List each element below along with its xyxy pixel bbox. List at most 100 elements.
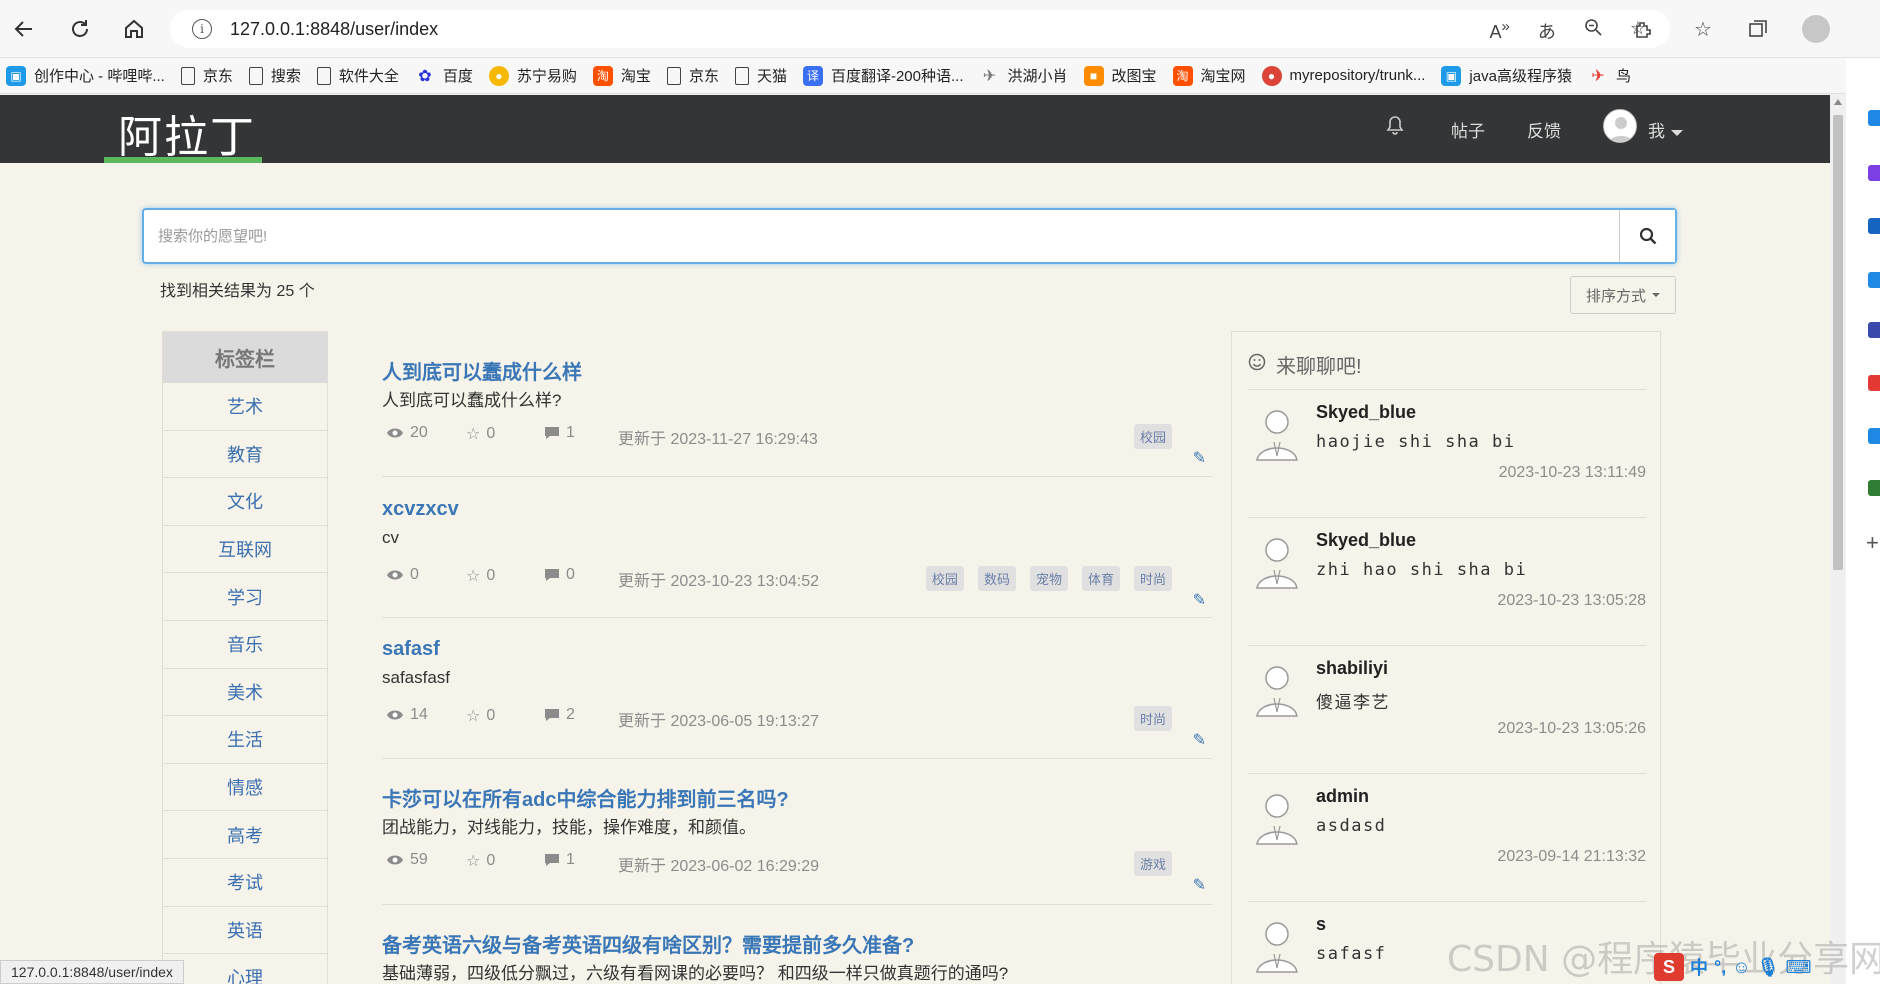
bookmark-item[interactable]: 京东 [180,65,233,86]
ime-language[interactable]: 中 [1690,954,1708,980]
tag-item[interactable]: 音乐 [163,619,327,668]
bookmark-item[interactable]: ✈ 洪湖小肖 [980,65,1068,86]
tag-item[interactable]: 艺术 [163,382,327,430]
post-title[interactable]: 卡莎可以在所有adc中综合能力排到前三名吗? [382,783,789,812]
office-icon[interactable] [1868,375,1880,391]
bookmark-label: 创作中心 - 哔哩哔... [34,68,165,85]
tag-item[interactable]: 文化 [163,477,327,525]
bookmark-item[interactable]: 搜索 [248,65,301,86]
chat-username[interactable]: admin [1316,786,1369,807]
post-tag[interactable]: 游戏 [1133,851,1172,876]
emoji-icon[interactable]: ☺ [1732,957,1750,978]
nav-posts[interactable]: 帖子 [1451,117,1485,142]
bookmark-item[interactable]: 译百度翻译-200种语... [802,65,964,86]
search-icon [1639,227,1656,245]
site-logo[interactable]: 阿拉丁 [118,101,256,165]
reload-icon[interactable] [64,13,96,45]
pencil-icon[interactable]: ✎ [1193,590,1206,610]
chrome-icon: ● [1261,65,1282,86]
tag-item[interactable]: 教育 [163,429,327,478]
extensions-icon[interactable] [1625,12,1661,46]
punctuation-icon[interactable]: °, [1714,957,1726,978]
tag-item[interactable]: 高考 [163,810,327,858]
drop-icon[interactable] [1868,480,1880,496]
post-title[interactable]: 人到底可以蠢成什么样 [382,356,582,385]
post-tag[interactable]: 校园 [925,566,964,591]
pencil-icon[interactable]: ✎ [1193,448,1206,468]
search-sidebar-icon[interactable] [1868,110,1880,126]
tag-item[interactable]: 生活 [163,715,327,763]
sort-dropdown-button[interactable]: 排序方式 [1570,276,1676,314]
post-tag[interactable]: 体育 [1081,566,1120,591]
nav-me-dropdown[interactable]: 我 [1648,117,1683,142]
collections-icon[interactable] [1740,12,1776,46]
pencil-icon[interactable]: ✎ [1193,875,1206,895]
comment-count-value: 1 [566,424,575,441]
games-icon[interactable] [1868,322,1880,338]
scroll-up-icon[interactable] [1834,99,1842,105]
bookmark-item[interactable]: ■ 改图宝 [1083,65,1157,86]
scrollbar-thumb[interactable] [1833,115,1843,570]
post-title[interactable]: 备考英语六级与备考英语四级有啥区别？需要提前多久准备? [382,929,914,958]
tag-item[interactable]: 情感 [163,762,327,811]
zoom-out-icon[interactable] [1584,18,1602,44]
translate-icon[interactable]: あ [1538,18,1556,44]
bookmark-item[interactable]: 淘淘宝 [592,65,651,86]
bookmark-item[interactable]: ▣ 创作中心 - 哔哩哔... [6,65,165,86]
bookmark-item[interactable]: 天猫 [734,65,787,86]
search-input[interactable] [144,210,1621,262]
bookmark-item[interactable]: 京东 [666,65,719,86]
microphone-icon[interactable]: 🎙 [1757,957,1780,978]
sort-label: 排序方式 [1585,287,1646,305]
bookmark-item[interactable]: ● 苏宁易购 [488,65,577,86]
bookmark-item[interactable]: ● myrepository/trunk... [1261,65,1425,86]
address-bar[interactable]: i 127.0.0.1:8848/user/index A» あ ☆ [170,10,1670,48]
bookmark-item[interactable]: 软件大全 [316,65,399,86]
bird-icon: ✈ [982,67,997,85]
bookmark-item[interactable]: ✈ 鸟 [1588,65,1631,86]
bookmark-item[interactable]: 淘淘宝网 [1172,65,1246,86]
bell-icon[interactable] [1386,115,1404,141]
tag-item[interactable]: 互联网 [163,524,327,573]
post-title[interactable]: xcvzxcv [382,498,459,521]
outlook-icon[interactable] [1868,428,1880,444]
nav-feedback[interactable]: 反馈 [1527,117,1561,142]
post-tag[interactable]: 校园 [1133,424,1172,449]
home-icon[interactable] [118,13,150,45]
copilot-icon[interactable] [1868,165,1880,181]
post-tag[interactable]: 数码 [977,566,1016,591]
sogou-ime-icon[interactable]: S [1654,953,1684,981]
user-avatar[interactable] [1603,109,1637,143]
back-arrow-icon[interactable] [8,13,40,45]
pencil-icon[interactable]: ✎ [1193,730,1206,750]
address-url[interactable]: 127.0.0.1:8848/user/index [230,19,438,40]
bookmark-item[interactable]: ▣ java高级程序猿 [1441,65,1572,86]
chat-username[interactable]: shabiliyi [1316,658,1388,679]
tag-item[interactable]: 心理 [163,953,327,984]
page-scrollbar[interactable] [1830,95,1846,984]
search-button[interactable] [1619,210,1675,262]
tools-icon[interactable] [1868,272,1880,288]
add-sidebar-icon[interactable]: + [1866,530,1879,556]
tag-item[interactable]: 考试 [163,857,327,906]
bookmark-item[interactable]: ✿ 百度 [415,65,473,86]
keyboard-icon[interactable]: ⌨ [1785,957,1811,978]
post-title[interactable]: safasf [382,638,440,661]
chat-username[interactable]: s [1316,914,1326,935]
view-count-value: 14 [410,706,428,723]
tag-item[interactable]: 学习 [163,572,327,620]
chat-username[interactable]: Skyed_blue [1316,402,1416,423]
shopping-icon[interactable] [1868,218,1880,234]
favorites-icon[interactable]: ☆ [1685,12,1721,46]
post-tag[interactable]: 时尚 [1133,706,1172,731]
bird-icon: ✈ [1591,67,1605,85]
profile-icon[interactable] [1798,12,1834,46]
tag-item[interactable]: 美术 [163,667,327,716]
read-aloud-icon[interactable]: A» [1490,18,1510,44]
chat-username[interactable]: Skyed_blue [1316,530,1416,551]
site-info-icon[interactable]: i [192,19,212,39]
ime-toolbar[interactable]: S 中 °, ☺ 🎙 ⌨ [1654,952,1811,982]
post-tag[interactable]: 宠物 [1029,566,1068,591]
post-tag[interactable]: 时尚 [1133,566,1172,591]
tag-item[interactable]: 英语 [163,905,327,954]
